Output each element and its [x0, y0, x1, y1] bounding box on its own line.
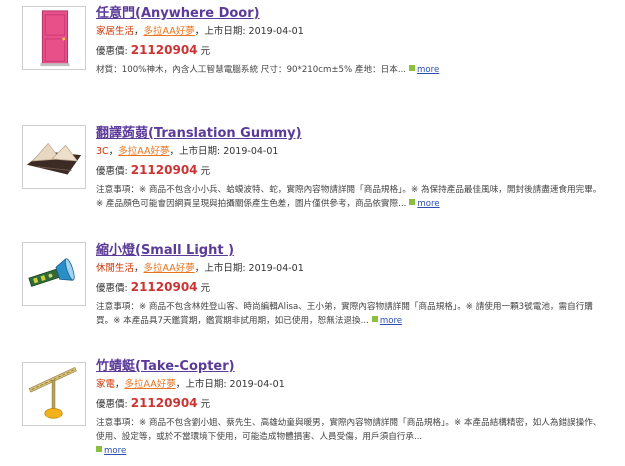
product-meta: 家居生活，多拉AA好夢，上市日期: 2019-04-01	[96, 26, 304, 37]
product-image[interactable]	[22, 6, 86, 70]
description-text: 注意事項：※ 商品不包含小小兵、蛤蟆波特、蛇，實際內容物請詳閱「商品規格」。※ …	[96, 185, 602, 209]
flashlight-icon	[23, 243, 85, 305]
more-bullet-icon	[371, 316, 378, 322]
description-text: 材質：100%神木，內含人工智慧電腦系統 尺寸：90*210cm±5% 產地：日…	[96, 65, 407, 75]
description-text: 注意事項：※ 商品不包含林姓登山客、時尚編輯Alisa、王小弟，實際內容物請詳閱…	[96, 302, 593, 326]
description-text: 注意事項：※ 商品不包含劉小姐、蔡先生、高雄幼童與暖男，實際內容物請詳閱「商品規…	[96, 418, 602, 442]
price-row: 優惠價: 21120904 元	[96, 162, 608, 180]
pink-door-icon	[40, 10, 70, 67]
product-brand-link[interactable]: 多拉AA好夢	[125, 379, 176, 390]
product-meta: 家電，多拉AA好夢，上市日期: 2019-04-01	[96, 379, 285, 390]
product-title-link[interactable]: 翻譯蒟蒻(Translation Gummy)	[96, 125, 608, 142]
release-date: 2019-04-01	[248, 263, 304, 274]
product-category[interactable]: 3C	[96, 146, 109, 157]
product-meta: 休閒生活，多拉AA好夢，上市日期: 2019-04-01	[96, 263, 304, 274]
product-description: 注意事項：※ 商品不包含小小兵、蛤蟆波特、蛇，實際內容物請詳閱「商品規格」。※ …	[96, 183, 608, 211]
product-meta: 3C，多拉AA好夢，上市日期: 2019-04-01	[96, 146, 279, 157]
more-bullet-icon	[409, 199, 416, 205]
more-bullet-icon	[409, 65, 416, 71]
currency: 元	[200, 166, 211, 177]
product-brand-link[interactable]: 多拉AA好夢	[144, 263, 195, 274]
product-title-link[interactable]: 竹蜻蜓(Take-Copter)	[96, 358, 608, 375]
product-category[interactable]: 家電	[96, 379, 115, 390]
product-category[interactable]: 家居生活	[96, 26, 134, 37]
product-price: 21120904	[130, 163, 198, 177]
price-label: 優惠價:	[96, 166, 128, 177]
more-link[interactable]: more	[380, 316, 402, 326]
release-label: 上市日期:	[204, 263, 246, 274]
currency: 元	[200, 46, 211, 57]
currency: 元	[200, 283, 211, 294]
gummy-jelly-icon	[23, 126, 85, 188]
product-price: 21120904	[130, 43, 198, 57]
product-title-link[interactable]: 縮小燈(Small Light )	[96, 242, 608, 259]
price-row: 優惠價: 21120904 元	[96, 395, 608, 413]
more-link[interactable]: more	[417, 65, 439, 75]
product-image[interactable]	[22, 362, 86, 426]
product-category[interactable]: 休閒生活	[96, 263, 134, 274]
price-row: 優惠價: 21120904 元	[96, 279, 608, 297]
price-row: 優惠價: 21120904 元	[96, 42, 608, 60]
more-link[interactable]: more	[417, 199, 439, 209]
release-date: 2019-04-01	[229, 379, 285, 390]
currency: 元	[200, 399, 211, 410]
price-label: 優惠價:	[96, 283, 128, 294]
release-date: 2019-04-01	[223, 146, 279, 157]
release-label: 上市日期:	[204, 26, 246, 37]
price-label: 優惠價:	[96, 46, 128, 57]
product-price: 21120904	[130, 280, 198, 294]
product-image[interactable]	[22, 125, 86, 189]
product-description: 材質：100%神木，內含人工智慧電腦系統 尺寸：90*210cm±5% 產地：日…	[96, 63, 608, 77]
release-date: 2019-04-01	[248, 26, 304, 37]
product-price: 21120904	[130, 396, 198, 410]
bamboo-copter-icon	[23, 363, 85, 425]
more-bullet-icon	[96, 446, 102, 452]
product-title-link[interactable]: 任意門(Anywhere Door)	[96, 5, 608, 22]
product-brand-link[interactable]: 多拉AA好夢	[118, 146, 169, 157]
product-image[interactable]	[22, 242, 86, 306]
product-description: 注意事項：※ 商品不包含劉小姐、蔡先生、高雄幼童與暖男，實際內容物請詳閱「商品規…	[96, 416, 608, 458]
product-brand-link[interactable]: 多拉AA好夢	[144, 26, 195, 37]
more-link[interactable]: more	[104, 446, 126, 456]
release-label: 上市日期:	[185, 379, 227, 390]
release-label: 上市日期:	[178, 146, 221, 157]
product-description: 注意事項：※ 商品不包含林姓登山客、時尚編輯Alisa、王小弟，實際內容物請詳閱…	[96, 300, 608, 328]
price-label: 優惠價:	[96, 399, 128, 410]
